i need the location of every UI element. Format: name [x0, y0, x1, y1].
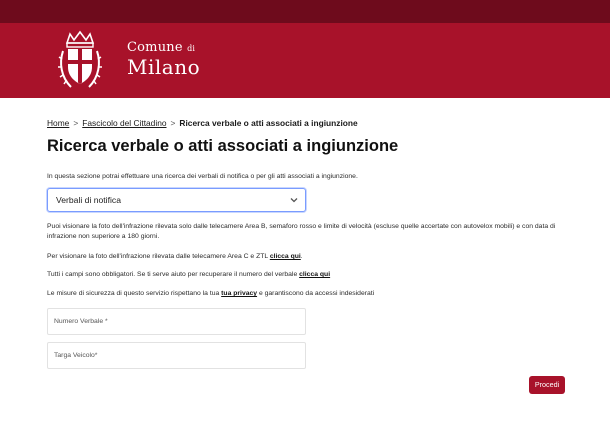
search-type-select[interactable]: Verbali di notifica: [47, 188, 306, 212]
numero-verbale-placeholder: Numero Verbale *: [54, 318, 108, 325]
top-strip: [0, 0, 610, 23]
targa-veicolo-input[interactable]: Targa Veicolo*: [47, 342, 306, 369]
info-paragraph-4-text: Le misure di sicurezza di questo servizi…: [47, 290, 222, 297]
info-paragraph-3-text: Tutti i campi sono obbligatori. Se ti se…: [47, 271, 300, 278]
info-paragraph-3: Tutti i campi sono obbligatori. Se ti se…: [47, 270, 567, 280]
procedi-button[interactable]: Procedi: [529, 376, 565, 394]
targa-veicolo-placeholder: Targa Veicolo*: [54, 352, 98, 359]
site-header: Comune di Milano: [0, 23, 610, 98]
info-paragraph-1: Puoi visionare la foto dell'infrazione r…: [47, 223, 556, 240]
help-verbale-link[interactable]: clicca qui: [299, 271, 330, 278]
numero-verbale-input[interactable]: Numero Verbale *: [47, 308, 306, 335]
info-paragraph-2-text: Per visionare la foto dell'infrazione ri…: [47, 253, 270, 260]
info-paragraph-4-end: e garantiscono da accessi indesiderati: [257, 290, 375, 297]
milano-crest-icon[interactable]: [56, 29, 104, 93]
chevron-down-icon: [290, 198, 298, 203]
brand-milano: Milano: [127, 55, 201, 79]
brand-comune: Comune: [127, 40, 183, 55]
info-paragraph-2: Per visionare la foto dell'infrazione ri…: [47, 252, 567, 262]
brand-name[interactable]: Comune di Milano: [127, 40, 200, 78]
breadcrumb-separator: >: [73, 118, 79, 128]
page-title: Ricerca verbale o atti associati a ingiu…: [47, 137, 399, 155]
breadcrumb-current: Ricerca verbale o atti associati a ingiu…: [179, 118, 358, 128]
info-paragraph-2-end: .: [300, 253, 303, 260]
breadcrumb-home-link[interactable]: Home: [47, 118, 69, 128]
privacy-link[interactable]: tua privacy: [221, 290, 257, 297]
intro-text: In questa sezione potrai effettuare una …: [47, 173, 358, 180]
brand-di: di: [187, 44, 196, 53]
search-type-value: Verbali di notifica: [56, 195, 121, 205]
breadcrumb-fascicolo-link[interactable]: Fascicolo del Cittadino: [82, 118, 166, 128]
breadcrumb-separator: >: [170, 118, 176, 128]
breadcrumb: Home > Fascicolo del Cittadino > Ricerca ver…: [47, 118, 358, 128]
info-paragraph-4: Le misure di sicurezza di questo servizi…: [47, 289, 567, 299]
area-c-ztl-link[interactable]: clicca qui: [270, 253, 301, 260]
